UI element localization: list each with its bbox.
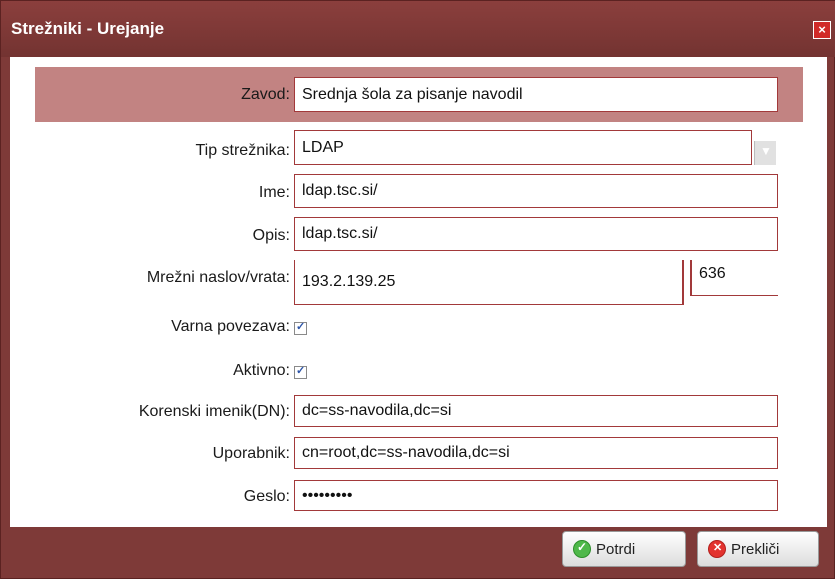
zavod-field[interactable]: Srednja šola za pisanje navodil [294, 77, 778, 112]
address-field[interactable]: 193.2.139.25 [294, 260, 684, 305]
tip-streznika-select[interactable]: LDAP [294, 130, 752, 165]
ime-field[interactable]: ldap.tsc.si/ [294, 174, 778, 208]
geslo-field[interactable]: ••••••••• [294, 480, 778, 511]
korenski-imenik-label: Korenski imenik(DN): [138, 403, 290, 420]
potrdi-button[interactable]: ✓ Potrdi [562, 531, 686, 567]
tip-streznika-label: Tip strežnika: [195, 142, 290, 159]
geslo-label: Geslo: [243, 488, 290, 505]
uporabnik-label: Uporabnik: [212, 445, 290, 462]
potrdi-label: Potrdi [596, 540, 636, 558]
x-circle-icon: ✕ [708, 540, 726, 558]
korenski-imenik-field[interactable]: dc=ss-navodila,dc=si [294, 395, 778, 427]
dialog-title: Strežniki - Urejanje [11, 19, 165, 38]
form-area: Zavod: Srednja šola za pisanje navodil T… [10, 57, 827, 527]
preklici-label: Prekliči [731, 540, 780, 558]
chevron-down-icon[interactable]: ▼ [754, 141, 776, 165]
opis-field[interactable]: ldap.tsc.si/ [294, 217, 778, 251]
aktivno-checkbox[interactable]: ✓ [294, 365, 307, 379]
aktivno-label: Aktivno: [233, 362, 290, 379]
port-field[interactable]: 636 [690, 260, 778, 296]
varna-povezava-label: Varna povezava: [171, 318, 290, 335]
zavod-label: Zavod: [241, 86, 290, 103]
title-bar[interactable]: Strežniki - Urejanje × [1, 1, 835, 57]
ime-label: Ime: [258, 184, 290, 201]
close-icon[interactable]: × [813, 21, 831, 39]
edit-server-dialog: Strežniki - Urejanje × Zavod: Srednja šo… [0, 0, 835, 579]
uporabnik-field[interactable]: cn=root,dc=ss-navodila,dc=si [294, 437, 778, 469]
check-circle-icon: ✓ [573, 540, 591, 558]
opis-label: Opis: [252, 227, 290, 244]
varna-povezava-checkbox[interactable]: ✓ [294, 321, 307, 335]
preklici-button[interactable]: ✕ Prekliči [697, 531, 819, 567]
naslov-label: Mrežni naslov/vrata: [146, 269, 290, 286]
